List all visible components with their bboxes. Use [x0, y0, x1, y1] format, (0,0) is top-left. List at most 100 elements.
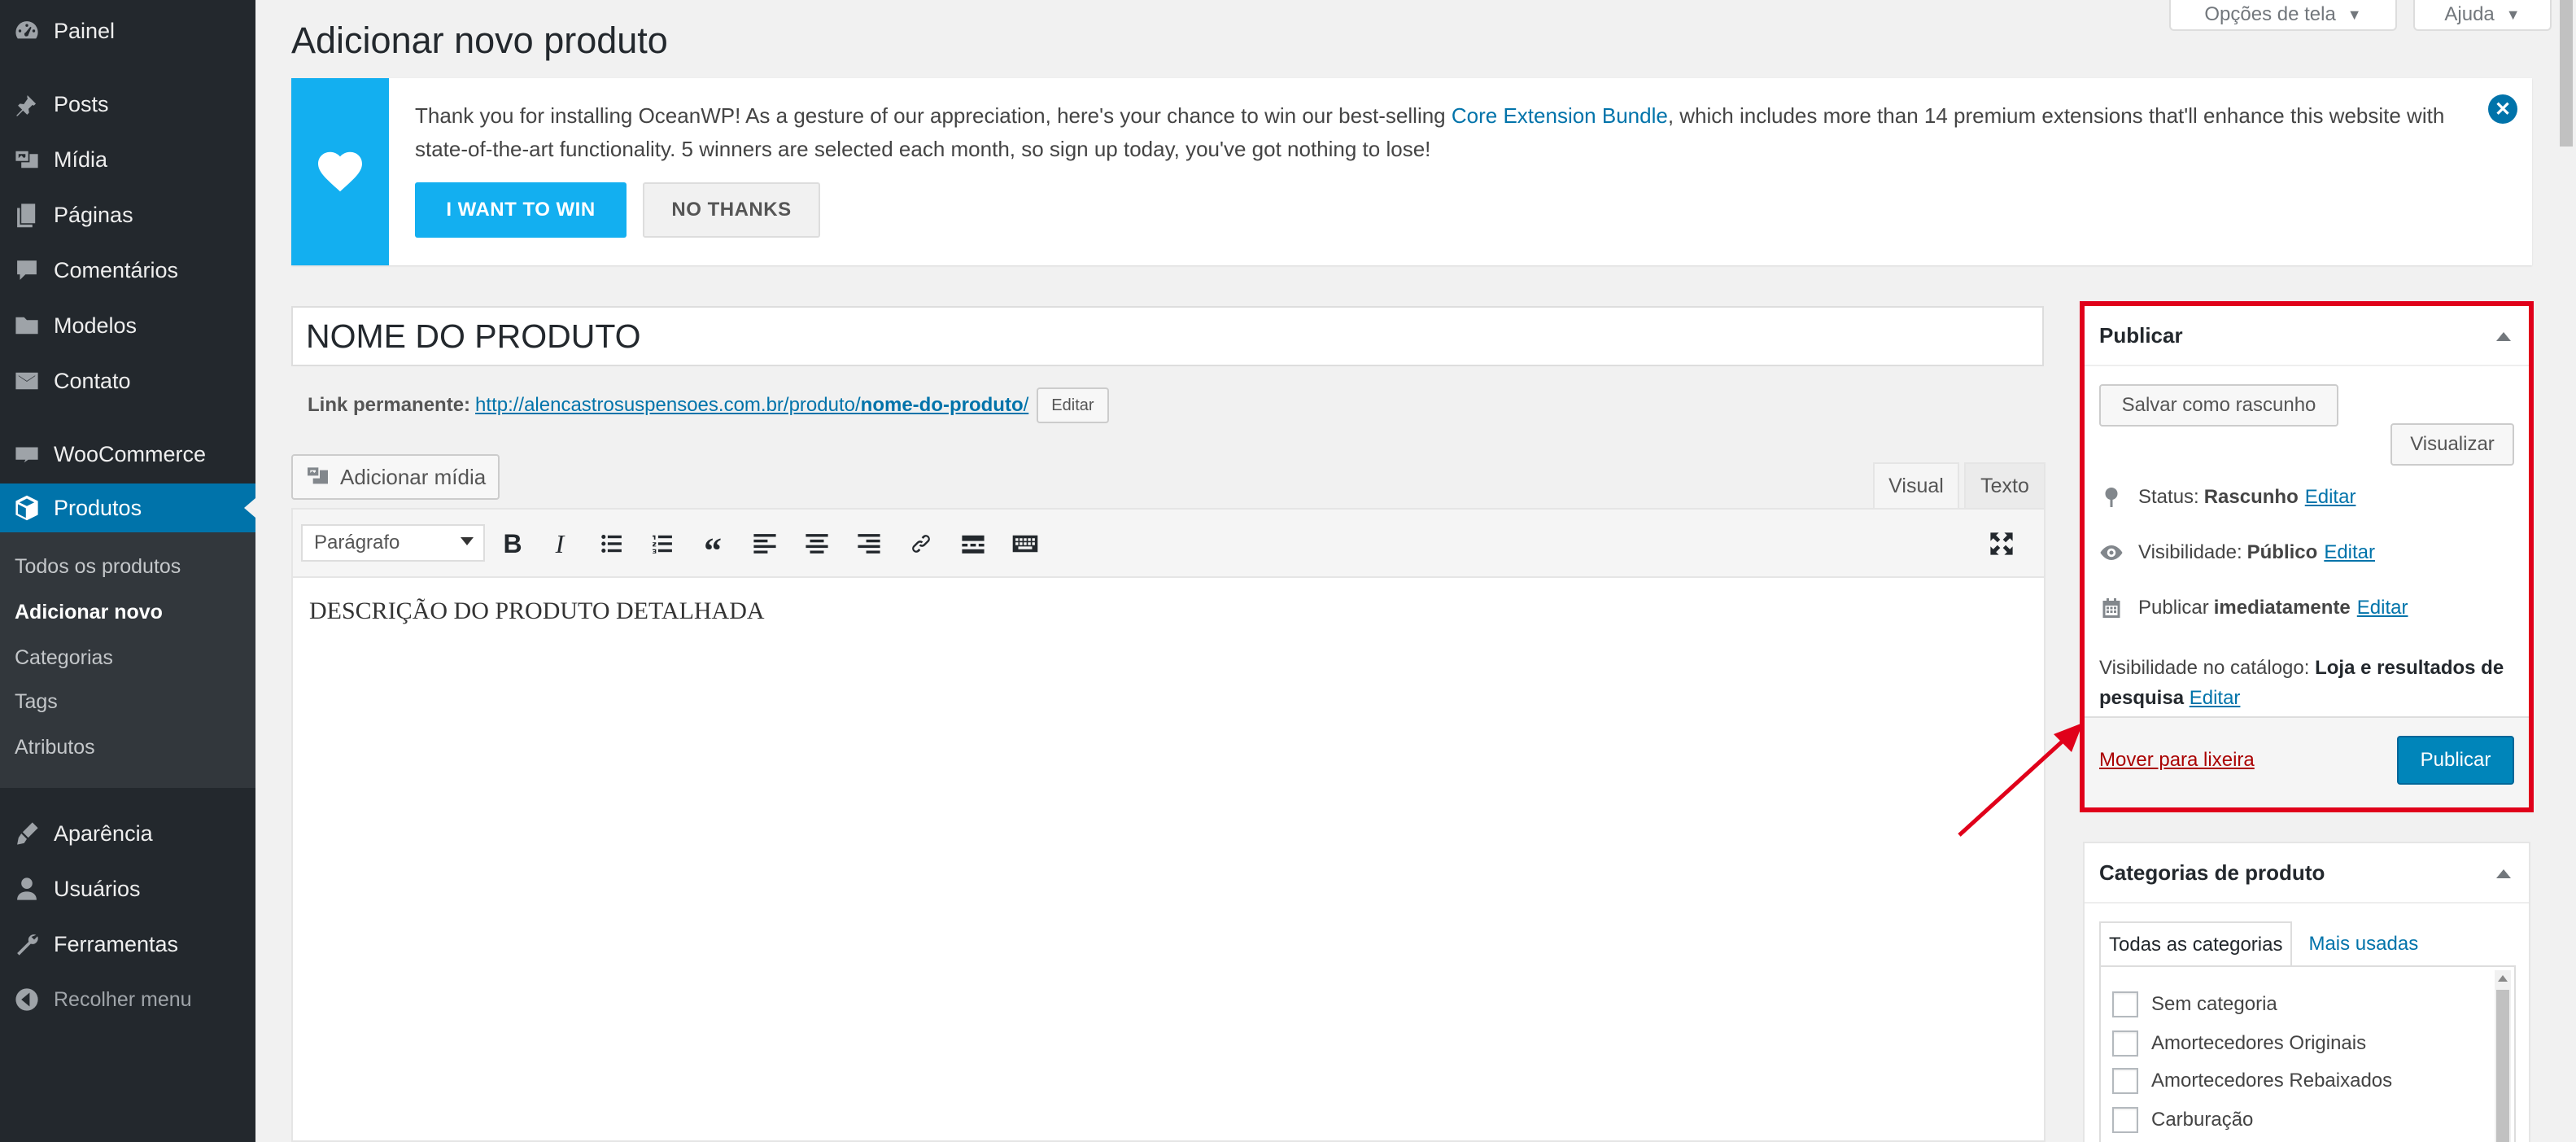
menu-item-dashboard[interactable]: Painel	[0, 7, 255, 55]
product-title-input[interactable]: NOME DO PRODUTO	[291, 306, 2044, 366]
comment-icon	[0, 256, 54, 284]
menu-label: Modelos	[54, 313, 138, 338]
pushpin-icon	[0, 90, 54, 118]
caret-down-icon: ▼	[2505, 6, 2521, 23]
menu-item-contact[interactable]: Contato	[0, 357, 255, 405]
content-editor: Parágrafo B I “ DESCRIÇÃO DO PRODUTO DET…	[291, 508, 2046, 1142]
category-checkbox[interactable]	[2112, 1030, 2138, 1057]
fullscreen-icon[interactable]	[1984, 526, 2019, 562]
category-checklist: Sem categoria Amortecedores Originais Am…	[2099, 965, 2516, 1142]
category-tabs: Todas as categorias Mais usadas	[2099, 921, 2426, 967]
help-tab[interactable]: Ajuda ▼	[2413, 0, 2552, 31]
menu-label: Usuários	[54, 876, 141, 901]
category-item[interactable]: Sem categoria	[2112, 991, 2277, 1017]
page-title: Adicionar novo produto	[291, 20, 668, 61]
editor-body[interactable]: DESCRIÇÃO DO PRODUTO DETALHADA	[309, 597, 765, 625]
toolbar-toggle-icon[interactable]	[1007, 526, 1043, 562]
menu-label: Contato	[54, 368, 131, 393]
tab-text[interactable]: Texto	[1964, 462, 2046, 508]
category-label: Sem categoria	[2151, 993, 2277, 1015]
menu-item-users[interactable]: Usuários	[0, 864, 255, 913]
permalink-trailing: /	[1023, 394, 1029, 416]
heart-icon	[318, 151, 362, 192]
italic-icon[interactable]: I	[542, 526, 578, 562]
core-extension-bundle-link[interactable]: Core Extension Bundle	[1452, 103, 1668, 128]
link-icon[interactable]	[903, 526, 939, 562]
pages-icon	[0, 201, 54, 229]
annotation-arrow	[1958, 723, 2083, 837]
permalink-label: Link permanente:	[308, 394, 471, 416]
menu-item-templates[interactable]: Modelos	[0, 301, 255, 350]
notice-heart-panel	[291, 78, 389, 265]
bold-icon[interactable]: B	[495, 526, 530, 562]
paintbrush-icon	[0, 820, 54, 847]
no-thanks-button[interactable]: NO THANKS	[643, 182, 820, 238]
products-submenu: Todos os produtos Adicionar novo Categor…	[0, 532, 255, 788]
screen-options-tab[interactable]: Opções de tela ▼	[2169, 0, 2397, 31]
close-icon[interactable]: ✕	[2488, 94, 2517, 124]
menu-item-pages[interactable]: Páginas	[0, 190, 255, 239]
menu-item-comments[interactable]: Comentários	[0, 246, 255, 295]
permalink-edit-button[interactable]: Editar	[1037, 387, 1109, 423]
notice-message: Thank you for installing OceanWP! As a g…	[415, 99, 2449, 166]
category-item[interactable]: Amortecedores Rebaixados	[2112, 1068, 2392, 1094]
chevron-down-icon	[461, 537, 474, 545]
add-media-button[interactable]: Adicionar mídia	[291, 454, 500, 500]
submenu-add-new[interactable]: Adicionar novo	[15, 601, 163, 624]
admin-sidebar: Painel Posts Mídia Páginas Comentários M…	[0, 0, 255, 1142]
numbered-list-icon[interactable]	[644, 526, 680, 562]
menu-item-media[interactable]: Mídia	[0, 135, 255, 184]
permalink-row: Link permanente: http://alencastrosuspen…	[308, 387, 1109, 423]
page-scrollbar[interactable]	[2556, 0, 2576, 1142]
menu-item-products[interactable]: Produtos	[0, 483, 255, 532]
category-label: Carburação	[2151, 1109, 2254, 1131]
category-checkbox[interactable]	[2112, 1068, 2138, 1094]
editor-toolbar: Parágrafo B I “	[293, 510, 2044, 578]
permalink-url[interactable]: http://alencastrosuspensoes.com.br/produ…	[475, 394, 1028, 417]
format-select[interactable]: Parágrafo	[301, 524, 485, 562]
annotation-arrow-shaft	[1958, 736, 2068, 837]
align-center-icon[interactable]	[799, 526, 835, 562]
category-checkbox[interactable]	[2112, 1107, 2138, 1133]
i-want-to-win-button[interactable]: I WANT TO WIN	[415, 182, 627, 238]
blockquote-icon[interactable]: “	[695, 526, 731, 571]
page-scrollbar-thumb[interactable]	[2560, 0, 2573, 147]
collapse-menu-button[interactable]: Recolher menu	[0, 975, 255, 1024]
category-scrollbar[interactable]	[2495, 970, 2511, 1142]
read-more-icon[interactable]	[955, 526, 991, 562]
category-checkbox[interactable]	[2112, 991, 2138, 1017]
permalink-base: http://alencastrosuspensoes.com.br/produ…	[475, 394, 861, 416]
collapse-toggle-icon[interactable]	[2496, 869, 2511, 878]
menu-label: Páginas	[54, 202, 133, 227]
tab-visual[interactable]: Visual	[1873, 462, 1959, 508]
envelope-icon	[0, 367, 54, 395]
highlight-frame	[2080, 301, 2534, 812]
format-select-value: Parágrafo	[314, 532, 400, 553]
folder-icon	[0, 312, 54, 339]
category-item[interactable]: Carburação	[2112, 1107, 2253, 1133]
submenu-tags[interactable]: Tags	[15, 690, 58, 714]
submenu-categories[interactable]: Categorias	[15, 646, 113, 670]
screen-options-label: Opções de tela	[2204, 3, 2336, 25]
bulleted-list-icon[interactable]	[594, 526, 630, 562]
dashboard-icon	[0, 17, 54, 45]
categories-box-header[interactable]: Categorias de produto	[2085, 843, 2529, 904]
categories-box-title: Categorias de produto	[2099, 860, 2325, 885]
align-left-icon[interactable]	[747, 526, 783, 562]
submenu-all-products[interactable]: Todos os produtos	[15, 555, 181, 579]
menu-label: Mídia	[54, 147, 108, 172]
category-item[interactable]: Amortecedores Originais	[2112, 1030, 2366, 1057]
scroll-up-icon[interactable]	[2498, 975, 2508, 982]
menu-item-appearance[interactable]: Aparência	[0, 809, 255, 858]
menu-item-tools[interactable]: Ferramentas	[0, 920, 255, 969]
scrollbar-thumb[interactable]	[2496, 990, 2509, 1142]
add-media-icon	[308, 467, 328, 484]
product-box-icon	[0, 494, 54, 522]
tab-all-categories[interactable]: Todas as categorias	[2099, 921, 2293, 967]
submenu-attributes[interactable]: Atributos	[15, 736, 95, 759]
align-right-icon[interactable]	[851, 526, 887, 562]
menu-item-posts[interactable]: Posts	[0, 80, 255, 129]
menu-label: WooCommerce	[54, 441, 207, 466]
tab-most-used[interactable]: Mais usadas	[2292, 921, 2426, 967]
menu-item-woocommerce[interactable]: WooCommerce	[0, 430, 255, 479]
